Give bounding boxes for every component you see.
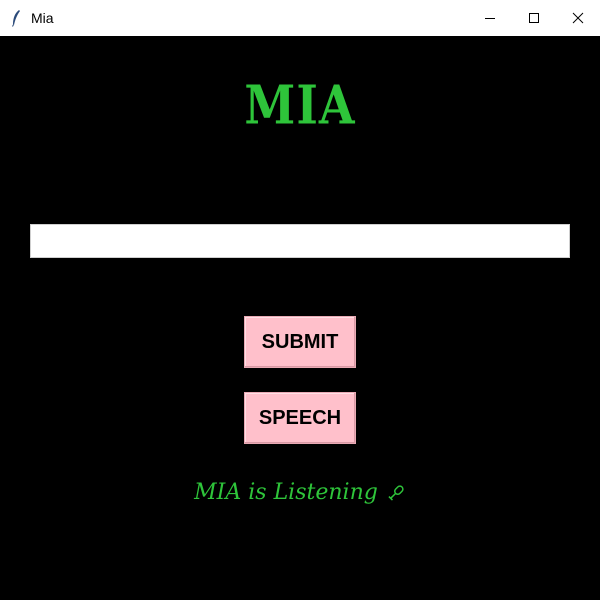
app-heading: MIA <box>244 73 356 137</box>
feather-icon <box>9 9 23 27</box>
main-content: MIA SUBMIT SPEECH MIA is Listening <box>0 38 600 600</box>
close-button[interactable] <box>556 0 600 36</box>
close-icon <box>572 12 584 24</box>
maximize-icon <box>528 12 540 24</box>
minimize-icon <box>484 12 496 24</box>
submit-button[interactable]: SUBMIT <box>244 316 356 368</box>
status-line: MIA is Listening <box>0 480 600 505</box>
microphone-icon <box>386 483 406 503</box>
title-bar[interactable]: Mia <box>0 0 600 36</box>
window-title: Mia <box>31 10 54 26</box>
speech-button[interactable]: SPEECH <box>244 392 356 444</box>
window-controls <box>468 0 600 36</box>
app-window: Mia MIA SUBMIT SPEECH MIA is Listening <box>0 0 600 600</box>
minimize-button[interactable] <box>468 0 512 36</box>
maximize-button[interactable] <box>512 0 556 36</box>
status-text: MIA is Listening <box>194 480 378 505</box>
command-input[interactable] <box>30 224 570 258</box>
